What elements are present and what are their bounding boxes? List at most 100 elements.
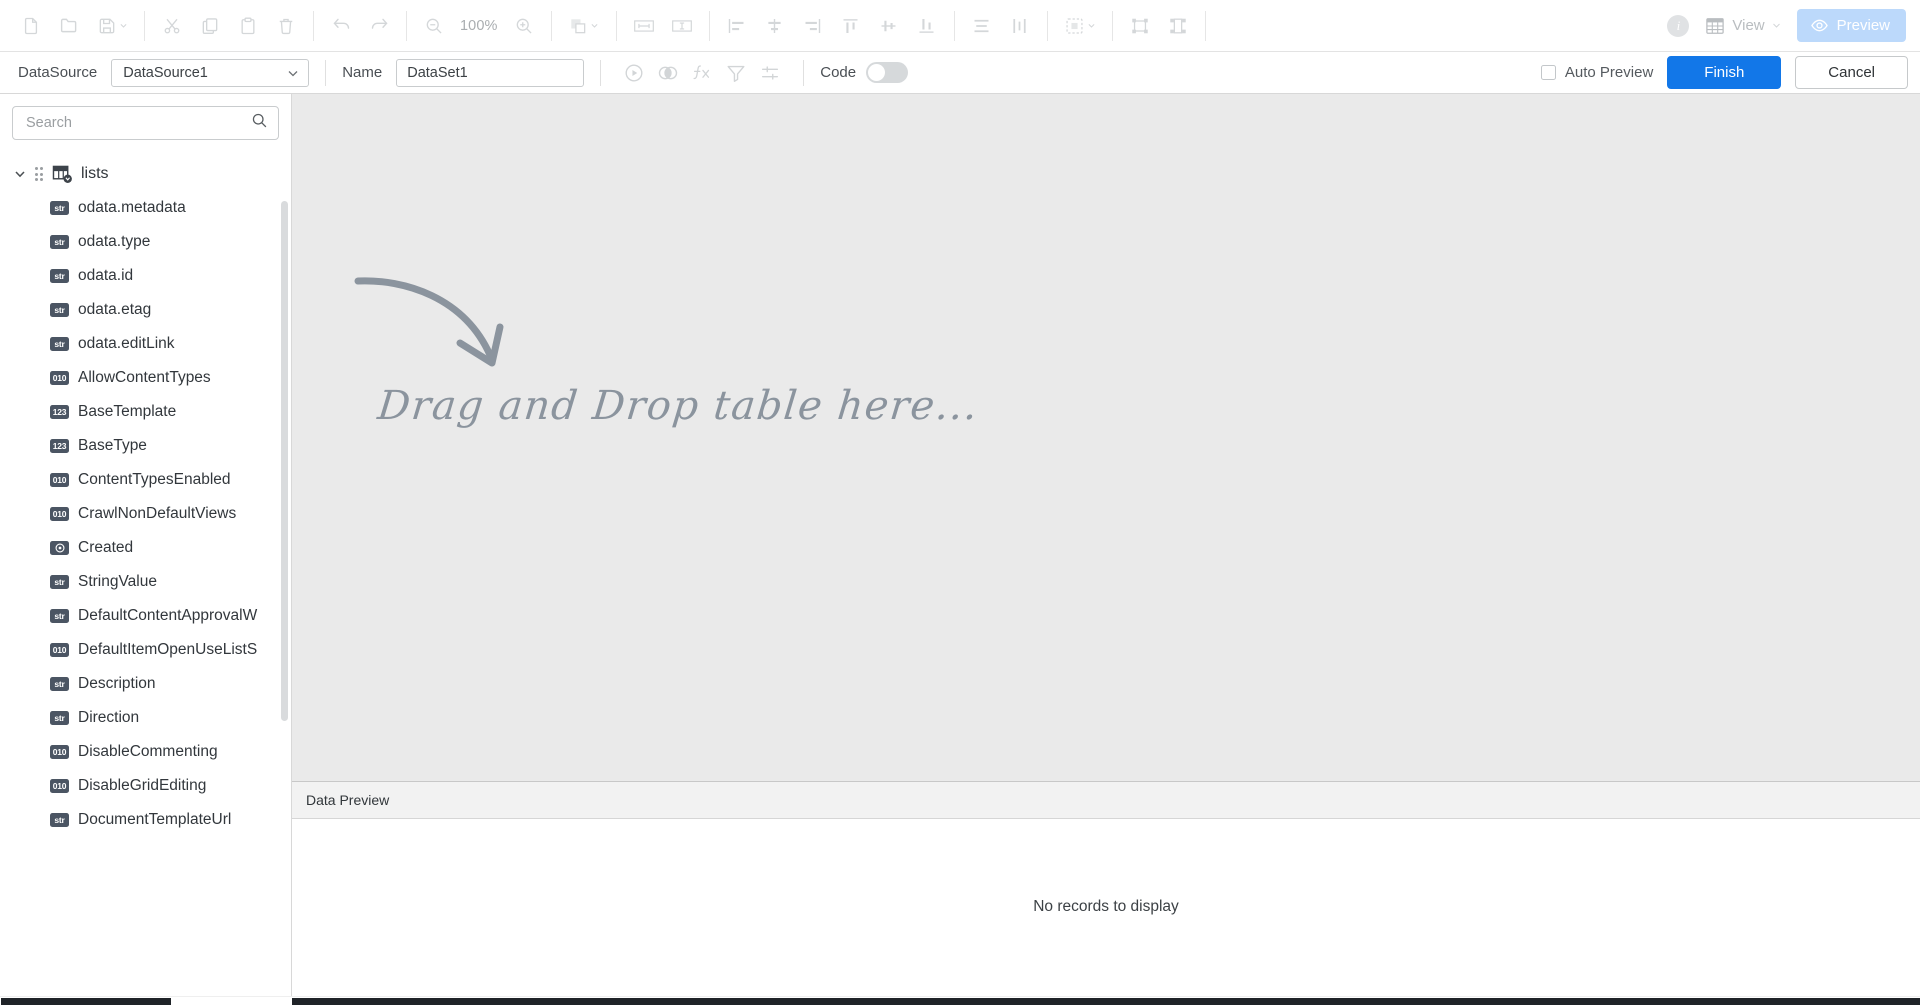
field-type-badge-str: str [50,813,69,827]
field-item-label: BaseType [78,437,147,454]
align-center-horizontal-icon[interactable] [756,9,794,43]
tree-root-lists[interactable]: lists [0,157,291,191]
bring-to-front-icon[interactable] [560,9,608,43]
make-same-height-icon[interactable] [663,9,701,43]
paste-icon[interactable] [229,9,267,43]
new-document-icon[interactable] [12,9,50,43]
align-middle-icon[interactable] [870,9,908,43]
view-dropdown[interactable]: View [1697,12,1788,40]
sidebar-horizontal-scrollbar[interactable] [0,996,292,1005]
align-bottom-icon[interactable] [908,9,946,43]
field-item[interactable]: str odata.editLink [0,327,291,361]
parameters-icon[interactable] [753,58,787,88]
copy-icon[interactable] [191,9,229,43]
toolbar-group-select [1050,0,1110,51]
chevron-down-icon[interactable] [12,167,28,181]
field-item[interactable]: 123 BaseType [0,429,291,463]
field-item[interactable]: str odata.etag [0,293,291,327]
select-all-icon[interactable] [1056,9,1104,43]
zoom-in-icon[interactable] [505,9,543,43]
preview-button[interactable]: Preview [1796,9,1906,42]
field-type-badge-str: str [50,711,69,725]
finish-button[interactable]: Finish [1667,56,1782,89]
align-left-icon[interactable] [718,9,756,43]
group-icon[interactable] [1121,9,1159,43]
auto-preview-checkbox[interactable]: Auto Preview [1540,64,1654,81]
zoom-out-icon[interactable] [415,9,453,43]
curved-arrow-icon [354,277,504,367]
info-icon[interactable]: i [1667,14,1690,37]
code-toggle-label: Code [820,64,857,81]
ungroup-icon[interactable] [1159,9,1197,43]
distribute-horizontal-icon[interactable] [1001,9,1039,43]
field-item[interactable]: str odata.type [0,225,291,259]
function-fx-icon[interactable] [685,58,719,88]
data-preview-body: No records to display [292,819,1920,1005]
join-merge-icon[interactable] [651,58,685,88]
run-query-icon[interactable] [617,58,651,88]
search-container: Search [0,94,291,151]
delete-icon[interactable] [267,9,305,43]
field-item[interactable]: str Direction [0,701,291,735]
main-toolbar: 100% i View Preview [0,0,1920,52]
align-right-icon[interactable] [794,9,832,43]
toolbar-divider [406,10,407,41]
save-button[interactable] [88,9,136,43]
field-item[interactable]: str odata.metadata [0,191,291,225]
cancel-button[interactable]: Cancel [1795,56,1908,89]
field-type-badge-str: str [50,609,69,623]
search-input[interactable]: Search [12,106,279,140]
dataset-name-value: DataSet1 [407,64,468,81]
view-dropdown-label: View [1732,17,1765,34]
field-item[interactable]: str DocumentTemplateUrl [0,803,291,837]
code-toggle[interactable] [866,62,909,83]
preview-horizontal-scrollbar[interactable] [292,996,1920,1005]
table-source-icon [52,164,74,184]
tree-root-label: lists [81,165,109,182]
dataset-name-label: Name [342,64,383,81]
data-preview-header: Data Preview [292,781,1920,819]
field-item[interactable]: str odata.id [0,259,291,293]
field-item-label: DisableGridEditing [78,777,207,794]
field-item-label: odata.type [78,233,151,250]
field-type-badge-str: str [50,303,69,317]
filter-funnel-icon[interactable] [719,58,753,88]
zoom-level-label: 100% [460,17,498,34]
field-item[interactable]: 010 ContentTypesEnabled [0,463,291,497]
field-type-badge-010: 010 [50,371,69,385]
field-type-badge-010: 010 [50,643,69,657]
chevron-down-icon [591,24,598,28]
field-item[interactable]: 010 DefaultItemOpenUseListS [0,633,291,667]
auto-preview-label: Auto Preview [1564,64,1654,81]
preview-scrollbar-thumb[interactable] [292,998,1920,1005]
dataset-name-input[interactable]: DataSet1 [396,58,585,87]
make-same-width-icon[interactable] [625,9,663,43]
field-item[interactable]: 010 DisableGridEditing [0,769,291,803]
distribute-vertical-icon[interactable] [963,9,1001,43]
field-item[interactable]: str StringValue [0,565,291,599]
field-item[interactable]: 010 CrawlNonDefaultViews [0,497,291,531]
drag-handle-icon[interactable] [35,166,45,182]
field-item[interactable]: 010 DisableCommenting [0,735,291,769]
cut-icon[interactable] [153,9,191,43]
field-item-label: StringValue [78,573,157,590]
field-item[interactable]: 010 AllowContentTypes [0,361,291,395]
field-item[interactable]: str Description [0,667,291,701]
redo-icon[interactable] [360,9,398,43]
design-canvas[interactable]: Drag and Drop table here... [292,94,1920,781]
sidebar-vertical-scrollbar[interactable] [281,201,288,721]
field-item-label: Created [78,539,134,556]
field-item[interactable]: 123 BaseTemplate [0,395,291,429]
field-type-badge-str: str [50,337,69,351]
dataset-subbar: DataSource DataSource1 Name DataSet1 Cod… [0,52,1920,94]
field-item[interactable]: str DefaultContentApprovalW [0,599,291,633]
field-item-label: Description [78,675,156,692]
field-item-label: BaseTemplate [78,403,177,420]
toolbar-group-history [316,0,404,51]
open-folder-icon[interactable] [50,9,88,43]
field-item[interactable]: Created [0,531,291,565]
undo-icon[interactable] [322,9,360,43]
sidebar-scrollbar-thumb[interactable] [1,998,171,1005]
datasource-select[interactable]: DataSource1 [111,58,310,87]
align-top-icon[interactable] [832,9,870,43]
